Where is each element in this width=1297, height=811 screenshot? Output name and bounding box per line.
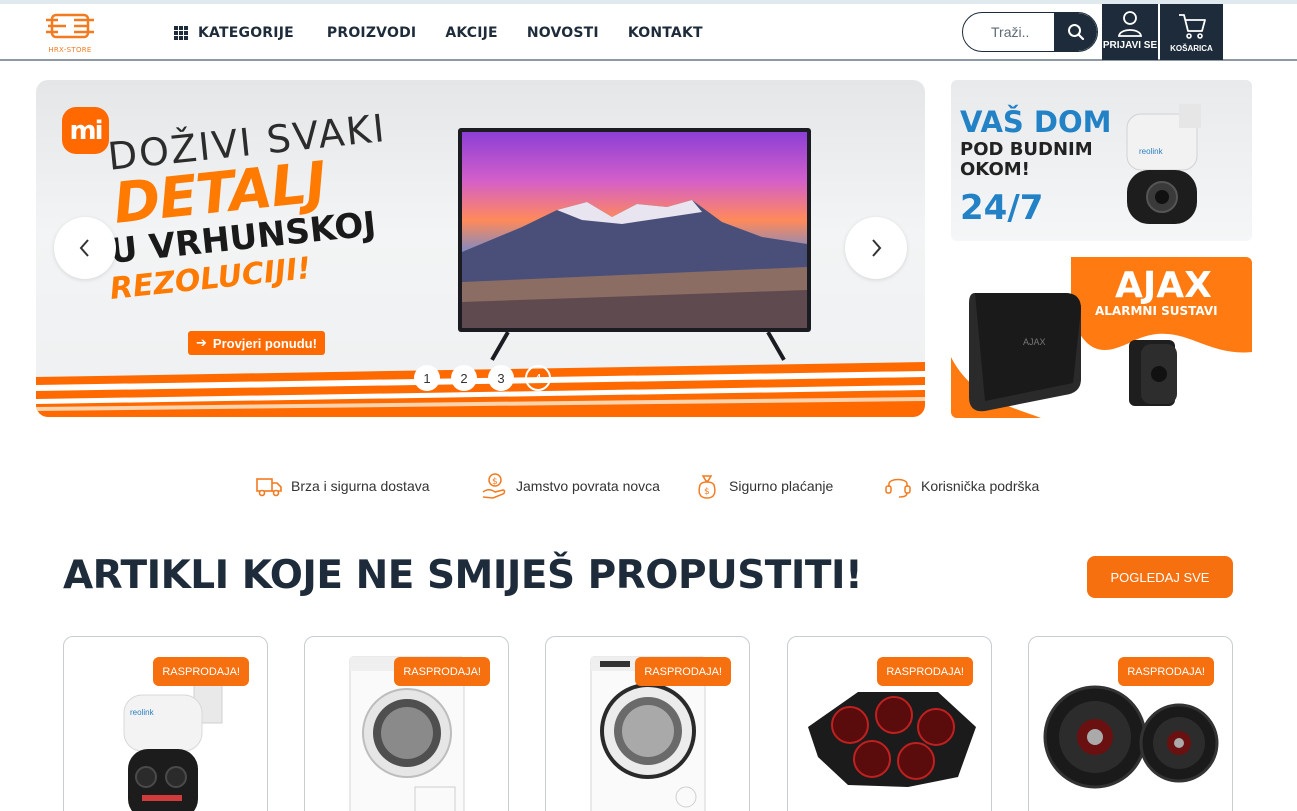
- headset-icon: [885, 478, 911, 498]
- slider-dot[interactable]: 3: [488, 365, 514, 391]
- site-header: HRX-STORE KATEGORIJE PROIZVODI AKCIJE NO…: [0, 4, 1297, 61]
- feature-delivery: Brza i sigurna dostava: [256, 470, 430, 502]
- security-banner-title: VAŠ DOM: [960, 105, 1112, 139]
- nav-categories-label: KATEGORIJE: [198, 25, 294, 41]
- search-button[interactable]: [1054, 13, 1097, 51]
- sale-badge: RASPRODAJA!: [1118, 657, 1214, 686]
- slider-prev-button[interactable]: [54, 217, 116, 279]
- ptz-camera-image: reolink: [1126, 104, 1201, 224]
- store-logo[interactable]: HRX-STORE: [44, 10, 96, 56]
- camera-brand-text: reolink: [1139, 147, 1164, 156]
- svg-text:reolink: reolink: [130, 708, 155, 717]
- feature-secure-payment: $ Sigurno plaćanje: [694, 470, 833, 502]
- nav-categories[interactable]: KATEGORIJE: [174, 25, 294, 41]
- sale-badge: RASPRODAJA!: [635, 657, 731, 686]
- slider-next-button[interactable]: [845, 217, 907, 279]
- product-card[interactable]: RASPRODAJA!: [545, 636, 750, 811]
- truck-icon: [256, 478, 282, 497]
- user-icon: [1117, 11, 1143, 37]
- login-button[interactable]: PRIJAVI SE: [1102, 4, 1158, 60]
- chevron-right-icon: [872, 239, 882, 257]
- chevron-left-icon: [79, 239, 89, 257]
- sale-badge: RASPRODAJA!: [877, 657, 973, 686]
- money-hand-icon: $: [482, 473, 506, 499]
- section-title: ARTIKLI KOJE NE SMIJEŠ PROPUSTITI!: [63, 553, 863, 598]
- ajax-banner[interactable]: AJAX ALARMNI SUSTAVI AJAX: [951, 257, 1252, 418]
- sale-badge: RASPRODAJA!: [153, 657, 249, 686]
- sale-badge: RASPRODAJA!: [394, 657, 490, 686]
- feature-support-label: Korisnička podrška: [921, 478, 1040, 494]
- logo-icon: [46, 13, 94, 39]
- search-input[interactable]: [963, 13, 1055, 50]
- money-bag-icon: $: [698, 475, 716, 499]
- ajax-banner-title: AJAX: [1115, 265, 1212, 306]
- security-banner-subtitle: POD BUDNIM OKOM!: [960, 140, 1093, 180]
- search-bar: [962, 12, 1098, 52]
- feature-secure-payment-label: Sigurno plaćanje: [729, 478, 834, 494]
- login-label: PRIJAVI SE: [1102, 40, 1158, 51]
- ajax-siren-image: [1129, 340, 1177, 406]
- security-banner[interactable]: VAŠ DOM POD BUDNIM OKOM! 24/7 reolink: [951, 80, 1252, 241]
- arrow-right-icon: ➔: [196, 335, 207, 351]
- hero-slider[interactable]: mi DOŽIVI SVAKI DETALJ U VRHUNSKOJ REZOL…: [36, 80, 925, 417]
- slider-pagination: 1 2 3 4: [414, 365, 562, 391]
- feature-support: Korisnička podrška: [884, 470, 1039, 502]
- feature-money-back: $ Jamstvo povrata novca: [481, 470, 660, 502]
- view-all-button[interactable]: POGLEDAJ SVE: [1087, 556, 1233, 598]
- tv-image: [458, 128, 811, 332]
- cart-icon: [1178, 14, 1206, 39]
- mountain-landscape: [462, 200, 807, 328]
- hero-cta-label: Provjeri ponudu!: [212, 335, 317, 351]
- tv-screen: [462, 132, 807, 328]
- logo-text: HRX-STORE: [48, 46, 92, 54]
- ajax-hub-image: AJAX: [969, 293, 1081, 412]
- slider-dot[interactable]: 1: [414, 365, 440, 391]
- features-bar: Brza i sigurna dostava $ Jamstvo povrata…: [0, 470, 1297, 502]
- slider-dot-active[interactable]: 4: [525, 365, 551, 391]
- svg-text:$: $: [492, 477, 498, 487]
- product-list: RASPRODAJA! reolink RASPRODAJA! RASPRODA…: [0, 636, 1297, 811]
- svg-text:$: $: [704, 487, 710, 497]
- grid-icon: [174, 26, 188, 40]
- product-card[interactable]: RASPRODAJA! reolink: [63, 636, 268, 811]
- security-banner-subtitle-line1: POD BUDNIM: [960, 139, 1093, 160]
- feature-delivery-label: Brza i sigurna dostava: [291, 478, 430, 494]
- nav-promotions[interactable]: AKCIJE: [445, 25, 498, 41]
- security-banner-247: 24/7: [960, 188, 1044, 228]
- slider-dot[interactable]: 2: [451, 365, 477, 391]
- product-card[interactable]: RASPRODAJA!: [304, 636, 509, 811]
- cart-label: KOŠARICA: [1170, 44, 1213, 53]
- hero-cta-button[interactable]: ➔ Provjeri ponudu!: [188, 331, 325, 355]
- feature-money-back-label: Jamstvo povrata novca: [516, 478, 660, 494]
- ajax-hub-brand-text: AJAX: [1023, 337, 1046, 347]
- nav-news[interactable]: NOVOSTI: [527, 25, 599, 41]
- nav-products[interactable]: PROIZVODI: [327, 25, 416, 41]
- main-nav: KATEGORIJE PROIZVODI AKCIJE NOVOSTI KONT…: [174, 22, 732, 44]
- search-icon: [1067, 24, 1084, 41]
- cart-button[interactable]: KOŠARICA: [1160, 4, 1223, 60]
- product-card[interactable]: RASPRODAJA!: [787, 636, 992, 811]
- product-card[interactable]: RASPRODAJA!: [1028, 636, 1233, 811]
- security-banner-subtitle-line2: OKOM!: [960, 159, 1030, 180]
- xiaomi-logo: mi: [62, 107, 109, 154]
- nav-contact[interactable]: KONTAKT: [628, 25, 703, 41]
